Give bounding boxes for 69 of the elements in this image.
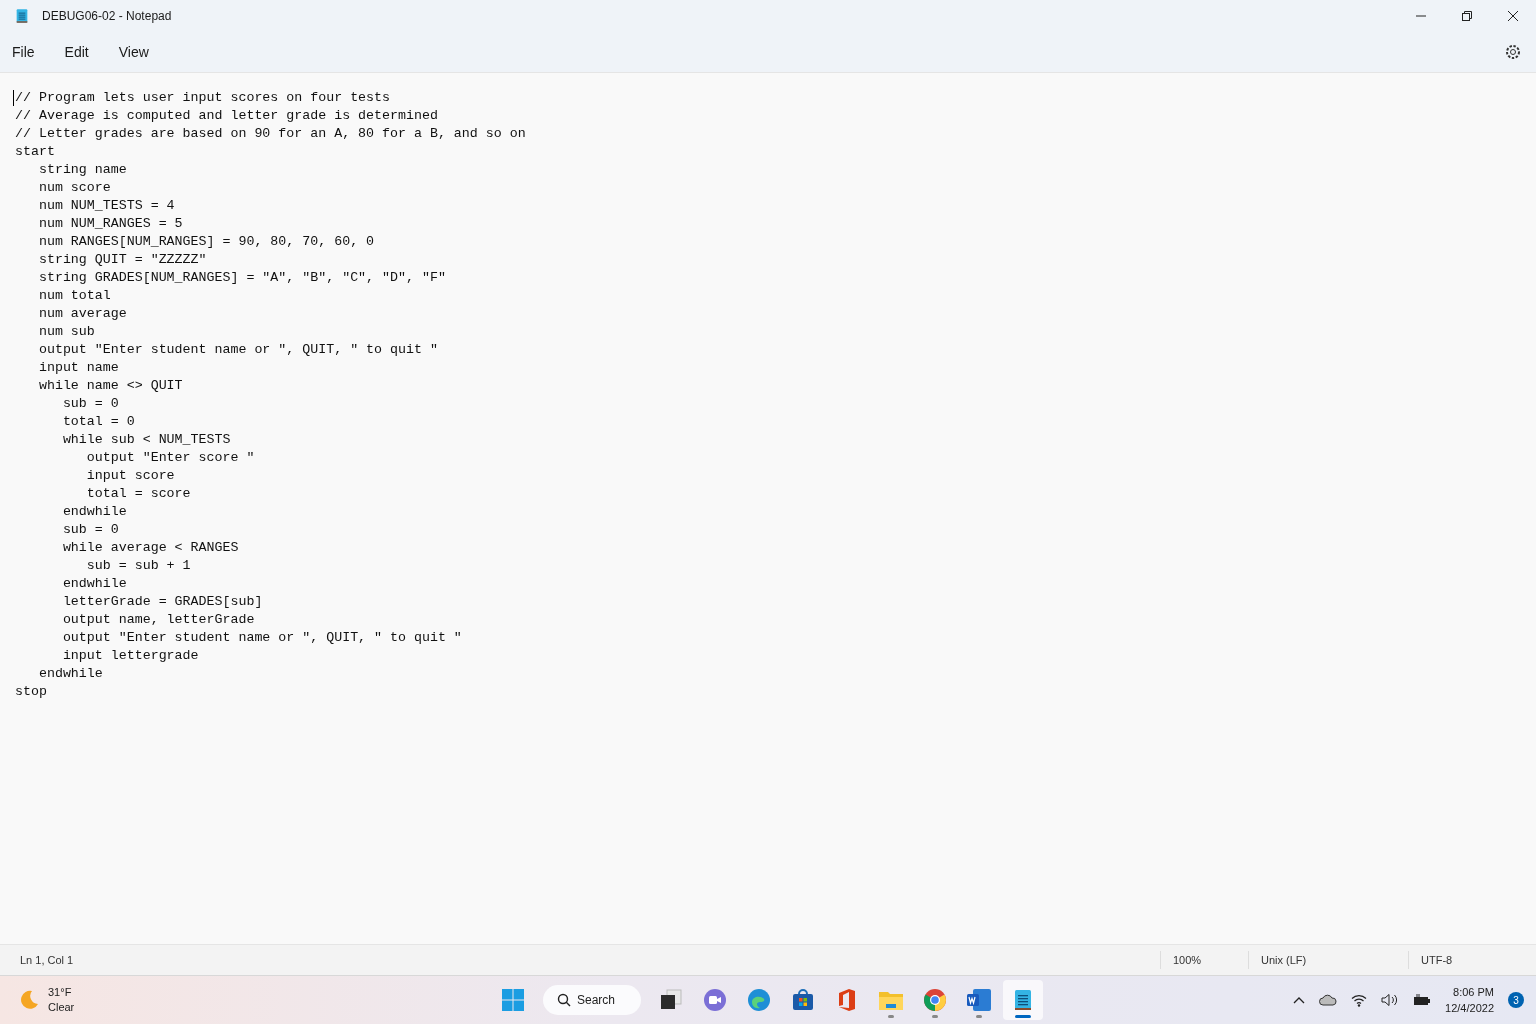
office-logo-icon [836,988,858,1012]
code-line: input lettergrade [61,647,199,665]
wifi-icon[interactable] [1351,993,1368,1007]
document-w-icon [966,988,992,1012]
folder-icon [878,989,904,1011]
code-line: endwhile [61,575,127,593]
code-line: num NUM_TESTS = 4 [37,197,175,215]
code-line: letterGrade = GRADES[sub] [61,593,263,611]
code-line: endwhile [37,665,103,683]
code-line: endwhile [61,503,127,521]
code-line: // Letter grades are based on 90 for an A, 80 for a B, and so on [15,125,526,143]
menu-item[interactable]: File [4,40,43,64]
taskbar-app-button[interactable] [1003,980,1043,1020]
code-line: output name, letterGrade [61,611,255,629]
code-line: num sub [37,323,95,341]
notification-badge[interactable]: 3 [1508,992,1524,1008]
zoom-level: 100% [1173,954,1202,966]
speaker-icon[interactable] [1381,993,1400,1007]
temperature: 31°F [48,985,73,1000]
code-line: num average [37,305,127,323]
code-line: num NUM_RANGES = 5 [37,215,183,233]
window-title: DEBUG06-02 - Notepad [42,9,173,23]
code-line: input score [85,467,175,485]
code-line: // Program lets user input scores on four tests [15,89,391,107]
browser-circle-icon [923,988,947,1012]
shopping-bag-icon [791,988,815,1012]
code-line: string GRADES[NUM_RANGES] = "A", "B", "C", "D", "F" [37,269,446,287]
menu-item[interactable]: View [110,40,157,64]
stacked-windows-icon [660,989,682,1011]
code-line: while name <> QUIT [37,377,183,395]
code-line: start [15,143,55,161]
code-line: string QUIT = "ZZZZZ" [37,251,207,269]
chevron-up-icon[interactable] [1293,996,1306,1004]
code-line: num total [37,287,111,305]
code-line: stop [15,683,47,701]
code-line: output "Enter student name or ", QUIT, " to quit " [37,341,438,359]
code-line: sub = sub + 1 [85,557,191,575]
close-icon [1507,10,1519,22]
code-line: total = score [85,485,191,503]
code-line: sub = 0 [61,395,119,413]
battery-icon[interactable] [1413,994,1432,1006]
cloud-icon[interactable] [1319,994,1338,1006]
cursor-position: Ln 1, Col 1 [20,954,74,966]
search-button[interactable]: Search [543,985,641,1015]
notepad-icon [14,8,30,24]
code-line: sub = 0 [61,521,119,539]
code-line: input name [37,359,119,377]
code-line: while sub < NUM_TESTS [61,431,231,449]
search-icon [557,993,571,1007]
code-line: output "Enter score " [85,449,255,467]
encoding: UTF-8 [1421,954,1453,966]
line-ending: Unix (LF) [1261,954,1307,966]
clock[interactable]: 8:06 PM 12/4/2022 [1445,984,1494,1016]
code-line: string name [37,161,127,179]
restore-icon [1462,11,1472,21]
menu-item[interactable]: Edit [56,40,97,64]
code-line: num RANGES[NUM_RANGES] = 90, 80, 70, 60, 0 [37,233,375,251]
code-line: total = 0 [61,413,135,431]
video-chat-icon [703,988,727,1012]
code-line: num score [37,179,111,197]
settings-icon [1505,44,1521,60]
moon-icon [18,989,40,1011]
text-cursor [13,90,14,106]
windows-logo-icon [501,988,525,1012]
code-line: output "Enter student name or ", QUIT, " to quit " [61,629,462,647]
weather-condition: Clear [48,1000,75,1015]
browser-wave-icon [747,988,771,1012]
code-line: while average < RANGES [61,539,239,557]
code-line: // Average is computed and letter grade is determined [15,107,438,125]
